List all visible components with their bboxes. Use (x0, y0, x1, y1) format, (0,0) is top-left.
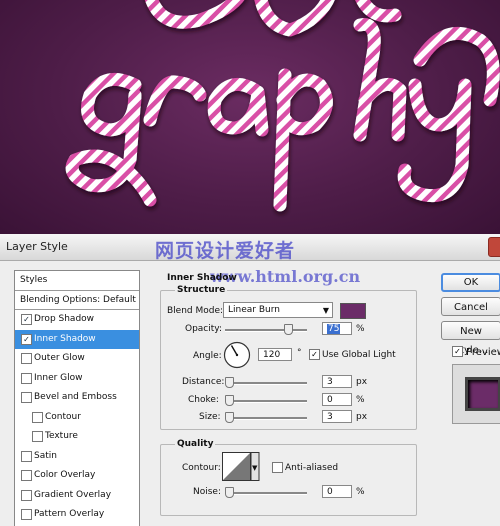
styles-item-styles[interactable]: Styles (15, 271, 139, 290)
ok-button[interactable]: OK (441, 273, 500, 292)
chevron-down-icon: ▼ (322, 306, 329, 315)
anti-aliased-checkbox[interactable] (272, 462, 283, 473)
contour-picker[interactable]: ▼ (222, 452, 260, 482)
artwork-canvas (0, 0, 500, 235)
shadow-color-swatch[interactable] (340, 303, 366, 319)
layer-style-dialog: Layer Style 网页设计爱好者 www.html.org.cn Styl… (0, 234, 500, 526)
style-checkbox[interactable] (21, 450, 32, 462)
styles-item-blending-options-default[interactable]: Blending Options: Default (15, 291, 139, 310)
style-label: Contour (45, 411, 81, 422)
angle-unit: ° (297, 348, 302, 358)
chevron-down-icon: ▼ (252, 464, 258, 472)
styles-list: Styles Blending Options: Default ✓ Drop Sha… (14, 270, 140, 526)
angle-dial[interactable] (222, 340, 252, 370)
style-checkbox[interactable]: ✓ (21, 333, 32, 345)
distance-slider-handle[interactable] (225, 377, 234, 388)
style-label: Blending Options: Default (20, 294, 136, 305)
style-label: Satin (34, 450, 57, 461)
panel-title: Inner Shadow (167, 273, 237, 283)
blend-mode-label: Blend Mode: (167, 306, 224, 316)
styles-item-drop-shadow[interactable]: ✓ Drop Shadow (15, 310, 139, 329)
style-label: Outer Glow (34, 353, 85, 363)
close-icon[interactable] (488, 237, 500, 257)
noise-slider[interactable] (225, 492, 307, 495)
size-unit: px (356, 412, 368, 422)
style-label: Gradient Overlay (34, 489, 112, 500)
styles-item-bevel-and-emboss[interactable]: Bevel and Emboss (15, 388, 139, 407)
style-label: Drop Shadow (34, 314, 95, 324)
distance-unit: px (356, 377, 368, 387)
structure-title: Structure (175, 285, 228, 295)
style-label: Bevel and Emboss (34, 392, 117, 402)
quality-group (160, 444, 417, 516)
styles-item-inner-glow[interactable]: Inner Glow (15, 369, 139, 388)
preview-checkbox[interactable]: ✓ (452, 346, 463, 357)
styles-item-gradient-overlay[interactable]: Gradient Overlay (15, 486, 139, 505)
dialog-title: Layer Style (6, 240, 68, 253)
distance-slider[interactable] (225, 382, 307, 385)
styles-item-outer-glow[interactable]: Outer Glow (15, 349, 139, 368)
angle-label: Angle: (193, 351, 222, 361)
angle-input[interactable]: 120 (258, 348, 292, 361)
choke-label: Choke: (188, 395, 219, 405)
style-label: Texture (45, 431, 78, 441)
watermark-text: 网页设计爱好者 (155, 240, 296, 262)
distance-input[interactable]: 3 (322, 375, 352, 388)
size-slider-handle[interactable] (225, 412, 234, 423)
opacity-slider-handle[interactable] (283, 324, 293, 335)
style-checkbox[interactable]: ✓ (21, 314, 32, 325)
style-checkbox[interactable] (21, 353, 32, 364)
contour-label: Contour: (182, 463, 221, 473)
style-checkbox[interactable] (21, 470, 32, 481)
style-label: Pattern Overlay (34, 509, 105, 519)
style-label: Styles (20, 275, 48, 285)
styles-item-pattern-overlay[interactable]: Pattern Overlay (15, 505, 139, 524)
style-checkbox[interactable] (32, 431, 43, 442)
distance-label: Distance: (182, 377, 225, 387)
global-light-checkbox[interactable]: ✓ (309, 349, 320, 360)
style-label: Inner Shadow (34, 333, 96, 344)
style-checkbox[interactable] (32, 411, 43, 423)
size-input[interactable]: 3 (322, 410, 352, 423)
style-checkbox[interactable] (21, 489, 32, 501)
opacity-input[interactable]: 75 (322, 322, 352, 335)
noise-unit: % (356, 487, 365, 497)
new-style-button[interactable]: New Style... (441, 321, 500, 356)
style-checkbox[interactable] (21, 392, 32, 403)
choke-input[interactable]: 0 (322, 393, 352, 406)
style-checkbox[interactable] (21, 372, 32, 384)
opacity-label: Opacity: (185, 324, 222, 334)
noise-label: Noise: (193, 487, 221, 497)
style-label: Color Overlay (34, 470, 96, 480)
cancel-button[interactable]: Cancel (441, 297, 500, 316)
styles-item-satin[interactable]: Satin (15, 447, 139, 466)
styles-item-color-overlay[interactable]: Color Overlay (15, 466, 139, 485)
style-checkbox[interactable] (21, 509, 32, 520)
noise-slider-handle[interactable] (225, 487, 234, 498)
preview-label: Preview (466, 347, 500, 358)
blend-mode-select[interactable]: Linear Burn ▼ (223, 302, 333, 318)
style-label: Inner Glow (34, 372, 83, 383)
candy-cane-text-art (65, 0, 500, 212)
choke-slider-handle[interactable] (225, 395, 234, 406)
opacity-unit: % (356, 324, 365, 334)
styles-item-texture[interactable]: Texture (15, 427, 139, 446)
anti-aliased-label: Anti-aliased (285, 463, 339, 473)
size-label: Size: (199, 412, 221, 422)
quality-title: Quality (175, 439, 216, 449)
global-light-label: Use Global Light (322, 350, 396, 360)
opacity-slider[interactable] (225, 329, 307, 332)
preview-thumbnail (452, 364, 500, 424)
choke-unit: % (356, 395, 365, 405)
noise-input[interactable]: 0 (322, 485, 352, 498)
styles-item-inner-shadow[interactable]: ✓ Inner Shadow (15, 329, 139, 349)
size-slider[interactable] (225, 417, 307, 420)
dialog-titlebar[interactable]: Layer Style 网页设计爱好者 (0, 234, 500, 262)
styles-item-contour[interactable]: Contour (15, 408, 139, 427)
choke-slider[interactable] (225, 400, 307, 403)
